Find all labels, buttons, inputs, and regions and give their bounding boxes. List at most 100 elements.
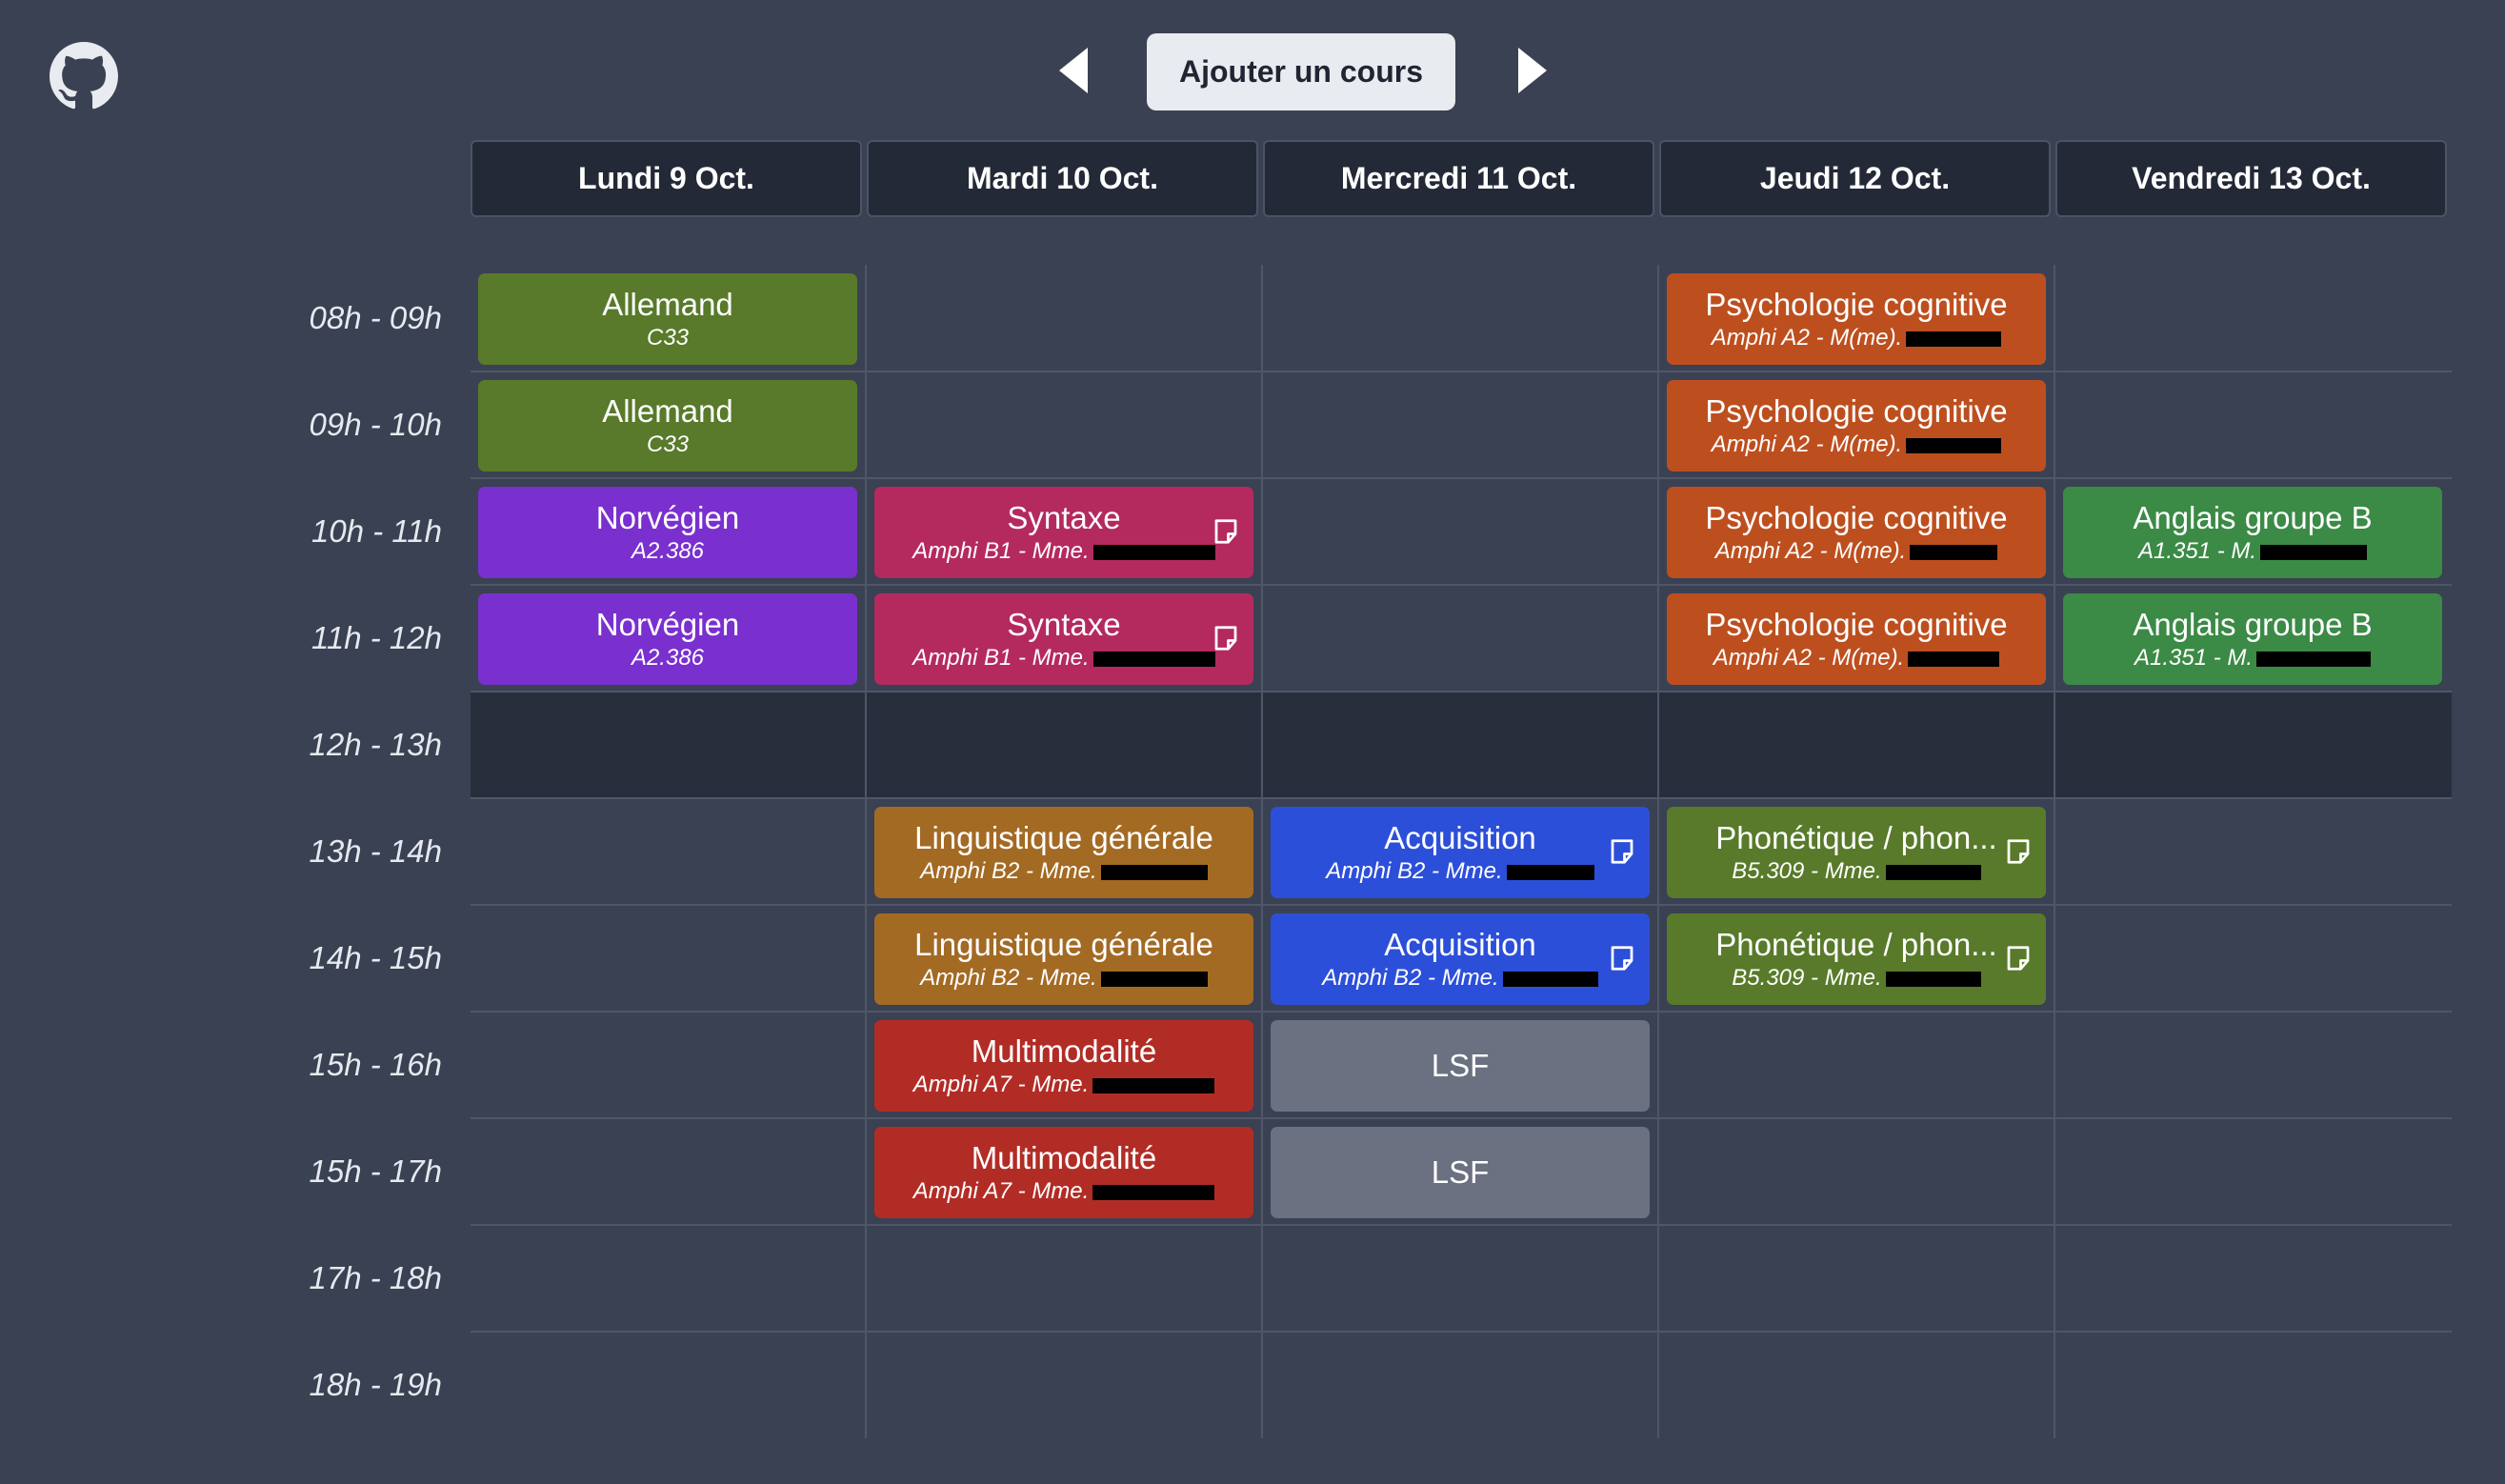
course-room-teacher: Amphi B2 - Mme. [920,964,1208,993]
course-name: LSF [1431,1154,1490,1190]
sticky-note-icon[interactable] [1608,944,1636,973]
course-block[interactable]: Psychologie cognitive Amphi A2 - M(me). [1667,593,2046,685]
redaction-bar [1906,331,2002,347]
course-name: Psychologie cognitive [1705,500,2008,535]
day-header: Jeudi 12 Oct. [1659,140,2051,217]
course-block[interactable]: Syntaxe Amphi B1 - Mme. [874,487,1253,578]
course-room: C33 [646,431,690,457]
redaction-bar [1906,437,2002,453]
course-block[interactable]: Phonétique / phon... B5.309 - Mme. [1667,807,2046,898]
course-block[interactable]: Acquisition Amphi B2 - Mme. [1271,913,1650,1005]
course-room-teacher: Amphi A7 - Mme. [913,1177,1215,1206]
redaction-bar [2256,651,2372,667]
course-name: Syntaxe [1007,500,1121,535]
caret-right-icon[interactable] [1516,46,1551,95]
course-room-teacher: Amphi A2 - M(me). [1715,537,1998,566]
course-block[interactable]: Phonétique / phon... B5.309 - Mme. [1667,913,2046,1005]
course-room-teacher: Amphi B1 - Mme. [912,644,1215,672]
course-name: Acquisition [1384,820,1536,855]
course-name: Allemand [602,287,733,322]
course-room: A2.386 [631,645,705,671]
course-block[interactable]: Allemand C33 [478,273,857,365]
course-room-teacher: B5.309 - Mme. [1732,857,1981,886]
course-room: A2.386 [631,538,705,564]
course-name: Allemand [602,393,733,429]
course-name: Phonétique / phon... [1715,927,1997,962]
course-block[interactable]: Linguistique générale Amphi B2 - Mme. [874,807,1253,898]
github-icon[interactable] [50,42,118,110]
course-name: Multimodalité [971,1140,1157,1175]
grid-line [1657,265,1659,1438]
sticky-note-icon[interactable] [2004,944,2033,973]
course-block[interactable]: Psychologie cognitive Amphi A2 - M(me). [1667,273,2046,365]
course-block[interactable]: LSF [1271,1020,1650,1112]
time-slot-label: 17h - 18h [309,1260,442,1295]
redaction-bar [1100,864,1208,880]
grid-line [471,691,2452,692]
grid-line [1261,265,1263,1438]
course-name: Linguistique générale [914,927,1213,962]
course-block[interactable]: Norvégien A2.386 [478,487,857,578]
course-block[interactable]: Linguistique générale Amphi B2 - Mme. [874,913,1253,1005]
course-block[interactable]: Psychologie cognitive Amphi A2 - M(me). [1667,380,2046,471]
course-room-teacher: Amphi B2 - Mme. [1326,857,1594,886]
sticky-note-icon[interactable] [2004,837,2033,866]
course-name: Acquisition [1384,927,1536,962]
sticky-note-icon[interactable] [1608,837,1636,866]
course-block[interactable]: Allemand C33 [478,380,857,471]
course-name: Linguistique générale [914,820,1213,855]
day-header: Vendredi 13 Oct. [2055,140,2447,217]
course-block[interactable]: Anglais groupe B A1.351 - M. [2063,593,2442,685]
redaction-bar [1092,1077,1215,1093]
course-name: Multimodalité [971,1033,1157,1069]
grid-line [471,477,2452,479]
course-block[interactable]: Psychologie cognitive Amphi A2 - M(me). [1667,487,2046,578]
grid-line [2054,265,2055,1438]
caret-left-icon[interactable] [1055,46,1090,95]
grid-line [471,371,2452,372]
grid-line [471,1117,2452,1119]
course-block[interactable]: Acquisition Amphi B2 - Mme. [1271,807,1650,898]
redaction-bar [1908,651,2000,667]
course-room-teacher: Amphi B2 - Mme. [920,857,1208,886]
course-block[interactable]: LSF [1271,1127,1650,1218]
time-slot-label: 10h - 11h [311,513,442,549]
grid-line [471,904,2452,906]
sticky-note-icon[interactable] [1212,517,1240,546]
course-name: Phonétique / phon... [1715,820,1997,855]
course-room-teacher: Amphi A2 - M(me). [1712,431,2002,459]
course-room-teacher: B5.309 - Mme. [1732,964,1981,993]
course-block[interactable]: Syntaxe Amphi B1 - Mme. [874,593,1253,685]
grid-line [471,1011,2452,1013]
redaction-bar [1092,1184,1215,1200]
redaction-bar [1910,544,1998,560]
course-name: Psychologie cognitive [1705,607,2008,642]
redaction-bar [1885,864,1981,880]
course-name: Psychologie cognitive [1705,287,2008,322]
course-room-teacher: Amphi B2 - Mme. [1322,964,1598,993]
redaction-bar [2260,544,2368,560]
redaction-bar [1092,651,1215,667]
time-slot-label: 13h - 14h [309,833,442,869]
course-name: Syntaxe [1007,607,1121,642]
course-room-teacher: A1.351 - M. [2134,644,2372,672]
redaction-bar [1100,971,1208,987]
grid-line [865,265,867,1438]
add-course-button[interactable]: Ajouter un cours [1147,33,1455,110]
course-room-teacher: Amphi A7 - Mme. [913,1071,1215,1099]
sticky-note-icon[interactable] [1212,624,1240,652]
time-slot-label: 14h - 15h [309,940,442,975]
course-name: LSF [1431,1048,1490,1083]
time-slot-label: 08h - 09h [309,300,442,335]
time-slot-label: 12h - 13h [309,727,442,762]
course-block[interactable]: Multimodalité Amphi A7 - Mme. [874,1127,1253,1218]
lunch-break-row [471,692,2452,797]
course-room-teacher: Amphi B1 - Mme. [912,537,1215,566]
course-name: Anglais groupe B [2133,607,2373,642]
day-header: Lundi 9 Oct. [471,140,862,217]
course-name: Norvégien [595,500,740,535]
course-block[interactable]: Anglais groupe B A1.351 - M. [2063,487,2442,578]
course-block[interactable]: Norvégien A2.386 [478,593,857,685]
course-block[interactable]: Multimodalité Amphi A7 - Mme. [874,1020,1253,1112]
time-slot-label: 09h - 10h [309,407,442,442]
